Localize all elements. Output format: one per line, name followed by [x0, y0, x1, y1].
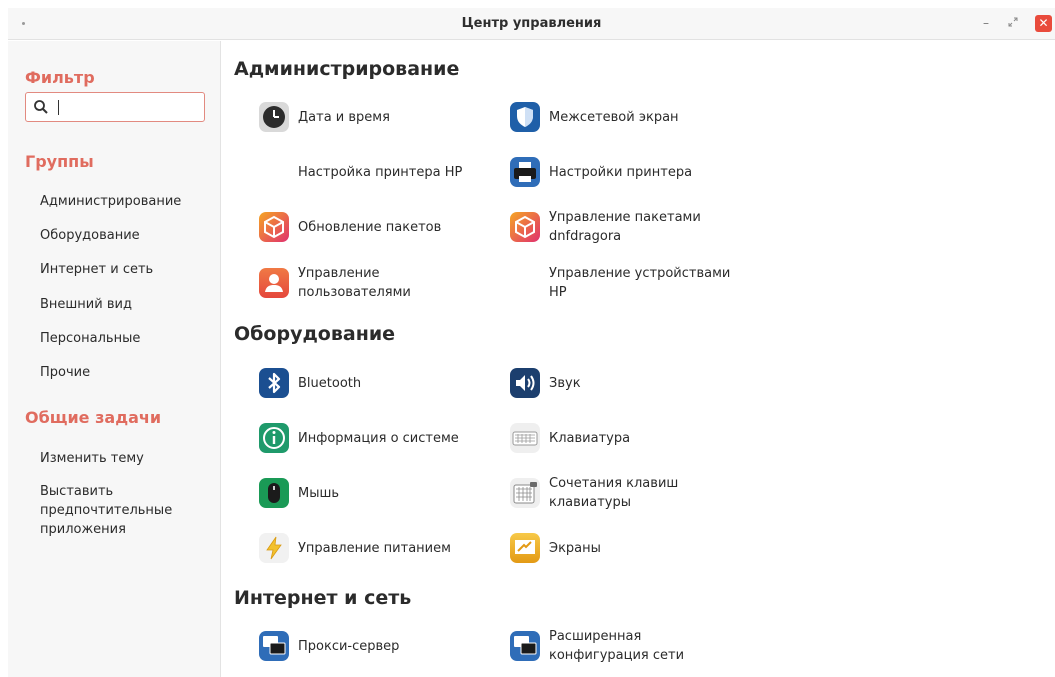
item-keyboard-shortcuts[interactable]: Сочетания клавиш клавиатуры: [509, 473, 769, 513]
item-bluetooth[interactable]: Bluetooth: [258, 363, 508, 403]
item-printer-settings[interactable]: Настройки принтера: [509, 152, 769, 192]
item-advanced-network-config[interactable]: Расширенная конфигурация сети: [509, 626, 769, 666]
control-center-window: Центр управления – ✕ Фильтр Группы Админ…: [8, 8, 1055, 677]
group-personal[interactable]: Персональные: [40, 329, 140, 348]
printer-icon: [510, 157, 540, 187]
item-label: Bluetooth: [298, 375, 362, 391]
speaker-icon: [510, 368, 540, 398]
item-label: Дата и время: [298, 109, 390, 125]
section-title-administration: Администрирование: [234, 58, 460, 80]
item-label: Клавиатура: [549, 430, 631, 446]
window-title: Центр управления: [461, 16, 602, 31]
item-power-management[interactable]: Управление питанием: [258, 528, 508, 568]
item-hp-device-manager[interactable]: Управление устройствами HP: [509, 263, 769, 303]
item-label: Настройки принтера: [549, 164, 693, 180]
item-label: Управление питанием: [298, 540, 451, 556]
mouse-icon: [259, 478, 289, 508]
item-label: Звук: [549, 375, 581, 391]
item-label: Управление пользователями: [298, 266, 411, 300]
item-label: Управление пакетами dnfdragora: [549, 210, 701, 244]
item-hp-printer-setup[interactable]: Настройка принтера HP: [258, 152, 508, 192]
package-manager-icon: [510, 212, 540, 242]
maximize-button[interactable]: [1004, 14, 1022, 32]
item-firewall[interactable]: Межсетевой экран: [509, 97, 769, 137]
search-field[interactable]: [25, 92, 205, 122]
item-package-update[interactable]: Обновление пакетов: [258, 207, 508, 247]
item-user-management[interactable]: Управление пользователями: [258, 263, 508, 303]
keyboard-icon: [510, 423, 540, 453]
task-preferred-apps[interactable]: Выставить предпочтительные приложения: [40, 482, 172, 539]
main-content: Администрирование Дата и время Межсетево…: [222, 41, 1055, 677]
close-button[interactable]: ✕: [1035, 15, 1052, 32]
item-proxy-server[interactable]: Прокси-сервер: [258, 626, 508, 666]
item-label: Сочетания клавиш клавиатуры: [549, 476, 679, 510]
display-icon: [510, 533, 540, 563]
item-sound[interactable]: Звук: [509, 363, 769, 403]
section-title-internet-network: Интернет и сеть: [234, 587, 412, 609]
info-icon: [259, 423, 289, 453]
maximize-icon: [1008, 17, 1018, 27]
group-internet-network[interactable]: Интернет и сеть: [40, 260, 153, 279]
sidebar: Фильтр Группы Администрирование Оборудов…: [8, 41, 221, 677]
firewall-shield-icon: [510, 102, 540, 132]
task-change-theme[interactable]: Изменить тему: [40, 449, 144, 468]
clock-icon: [259, 102, 289, 132]
bluetooth-icon: [259, 368, 289, 398]
group-appearance[interactable]: Внешний вид: [40, 295, 132, 314]
item-package-manager[interactable]: Управление пакетами dnfdragora: [509, 207, 769, 247]
item-label: Мышь: [298, 485, 340, 501]
item-label: Межсетевой экран: [549, 109, 679, 125]
item-keyboard[interactable]: Клавиатура: [509, 418, 769, 458]
item-system-info[interactable]: Информация о системе: [258, 418, 508, 458]
groups-heading: Группы: [25, 152, 94, 171]
item-displays[interactable]: Экраны: [509, 528, 769, 568]
item-label: Обновление пакетов: [298, 219, 442, 235]
item-mouse[interactable]: Мышь: [258, 473, 508, 513]
item-label: Настройка принтера HP: [298, 164, 463, 180]
section-title-hardware: Оборудование: [234, 323, 396, 345]
group-hardware[interactable]: Оборудование: [40, 226, 140, 245]
search-icon: [34, 100, 48, 114]
network-proxy-icon: [259, 631, 289, 661]
filter-heading: Фильтр: [25, 68, 95, 87]
item-label: Информация о системе: [298, 430, 459, 446]
item-label: Управление устройствами HP: [549, 266, 731, 300]
item-label: Прокси-сервер: [298, 638, 400, 654]
title-bar: Центр управления – ✕: [8, 8, 1055, 40]
search-input[interactable]: [56, 97, 196, 117]
network-config-icon: [510, 631, 540, 661]
group-other[interactable]: Прочие: [40, 363, 90, 382]
common-tasks-heading: Общие задачи: [25, 408, 162, 427]
item-date-time[interactable]: Дата и время: [258, 97, 508, 137]
keyboard-shortcuts-icon: [510, 478, 540, 508]
item-label: Расширенная конфигурация сети: [549, 629, 685, 663]
group-administration[interactable]: Администрирование: [40, 192, 181, 211]
minimize-button[interactable]: –: [977, 14, 995, 32]
power-icon: [259, 533, 289, 563]
user-icon: [259, 268, 289, 298]
item-label: Экраны: [549, 540, 601, 556]
package-update-icon: [259, 212, 289, 242]
